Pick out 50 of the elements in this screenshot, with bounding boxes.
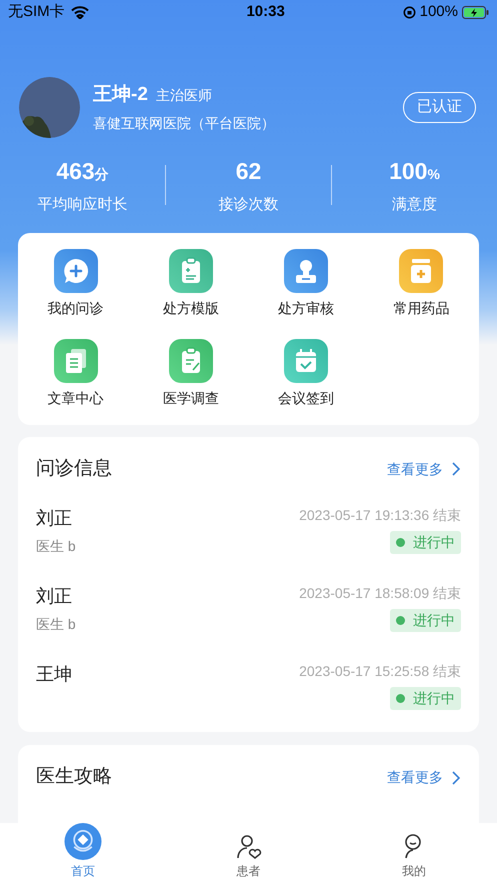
doctor-title: 主治医师 <box>156 86 212 106</box>
tab-item[interactable]: 我的 <box>331 823 497 883</box>
status-badge: 进行中 <box>390 687 461 710</box>
clock-text: 10:33 <box>246 2 285 22</box>
wifi-icon <box>70 6 89 19</box>
stat-label: 满意度 <box>392 195 437 216</box>
rotation-lock-icon <box>402 6 416 19</box>
carrier-text: 无SIM卡 <box>8 2 65 22</box>
end-time: 2023-05-17 15:25:58 结束 <box>299 662 461 682</box>
person-heart-icon <box>234 832 262 860</box>
survey-clipboard-icon <box>168 338 213 383</box>
status-badge: 进行中 <box>390 531 461 554</box>
battery-percent-text: 100% <box>420 2 458 22</box>
shortcut-item[interactable]: 医学调查 <box>133 338 248 409</box>
view-more-link[interactable]: 查看更多 <box>387 458 461 480</box>
stat-label: 平均响应时长 <box>38 195 128 216</box>
view-more-link[interactable]: 查看更多 <box>387 767 461 788</box>
medicine-box-icon <box>399 248 444 293</box>
doctor-label: 医生 b <box>36 537 76 556</box>
documents-icon <box>54 338 98 383</box>
clipboard-icon <box>168 248 213 293</box>
tab-item[interactable]: 首页 <box>0 823 166 883</box>
end-time: 2023-05-17 18:58:09 结束 <box>299 584 461 604</box>
chat-plus-icon <box>54 248 98 293</box>
shortcut-item[interactable]: 处方审核 <box>248 248 364 319</box>
shortcut-item[interactable]: 会议签到 <box>248 338 364 409</box>
stat-label: 接诊次数 <box>218 195 278 216</box>
doctor-name: 王坤-2 <box>93 83 148 108</box>
hospital-name: 喜健互联网医院（平台医院） <box>93 114 275 133</box>
doctor-label: 医生 b <box>36 615 76 634</box>
shortcut-item[interactable]: 我的问诊 <box>18 248 134 319</box>
stat-value: 62 <box>236 156 262 186</box>
stat-value: 463分 <box>56 156 109 186</box>
shortcut-item[interactable]: 处方模版 <box>133 248 248 319</box>
patient-name: 王坤 <box>36 663 72 686</box>
status-badge: 进行中 <box>390 609 461 632</box>
end-time: 2023-05-17 19:13:36 结束 <box>299 506 461 526</box>
chevron-right-icon <box>451 770 461 785</box>
shortcut-item[interactable]: 文章中心 <box>18 338 134 409</box>
shortcut-item[interactable]: 常用药品 <box>364 248 479 319</box>
section-title: 问诊信息 <box>36 456 112 481</box>
calendar-check-icon <box>284 338 328 383</box>
patient-name: 刘正 <box>36 585 73 608</box>
stamp-icon <box>284 248 328 293</box>
battery-charging-icon <box>462 6 489 19</box>
stat-value: 100% <box>389 156 440 186</box>
section-title: 医生攻略 <box>36 765 112 790</box>
chevron-right-icon <box>451 462 461 476</box>
patient-name: 刘正 <box>36 507 73 530</box>
tab-item[interactable]: 患者 <box>166 823 332 883</box>
